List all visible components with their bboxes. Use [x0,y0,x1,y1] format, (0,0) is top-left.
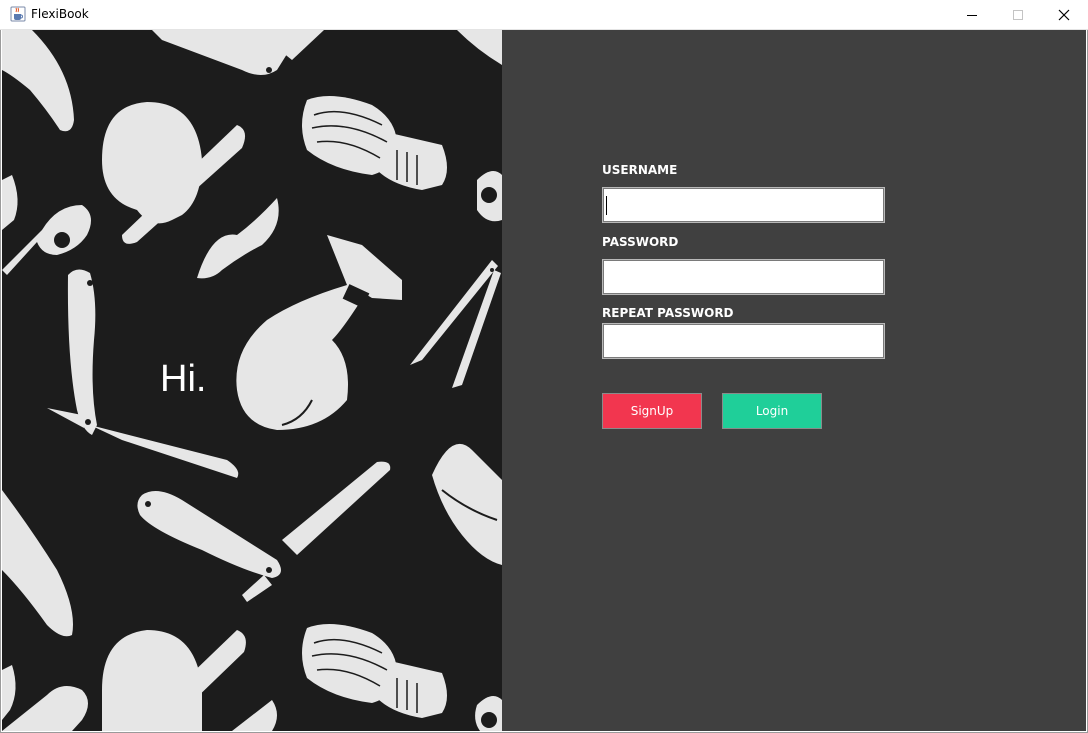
razor-handle-shape [2,30,74,132]
close-icon [1058,9,1070,21]
barber-pattern-illustration [2,30,502,731]
greeting-text: Hi. [160,358,207,400]
repeat-password-label: REPEAT PASSWORD [602,306,734,320]
maximize-button[interactable] [995,0,1041,30]
username-label: USERNAME [602,163,678,177]
login-button[interactable]: Login [722,393,822,429]
minimize-button[interactable] [949,0,995,30]
username-input[interactable] [602,187,885,223]
spray-bottle-shape [236,235,402,430]
bowler-hat-shape [102,102,202,224]
minimize-icon [967,15,977,16]
maximize-icon [1013,10,1023,20]
signup-button[interactable]: SignUp [602,393,702,429]
java-cup-icon [10,6,26,22]
password-input[interactable] [602,259,885,295]
window-title: FlexiBook [31,7,89,21]
middle-razor-shape [137,491,281,578]
barber-illustration-panel: Hi. [2,30,502,731]
password-label: PASSWORD [602,235,679,249]
repeat-password-input[interactable] [602,323,885,359]
text-caret [606,196,607,215]
close-button[interactable] [1041,0,1087,30]
vertical-razor-shape [67,269,97,435]
mustache-shape [197,198,279,279]
auth-form-panel: USERNAME PASSWORD REPEAT PASSWORD SignUp… [502,30,1086,731]
title-bar: FlexiBook [0,0,1088,30]
